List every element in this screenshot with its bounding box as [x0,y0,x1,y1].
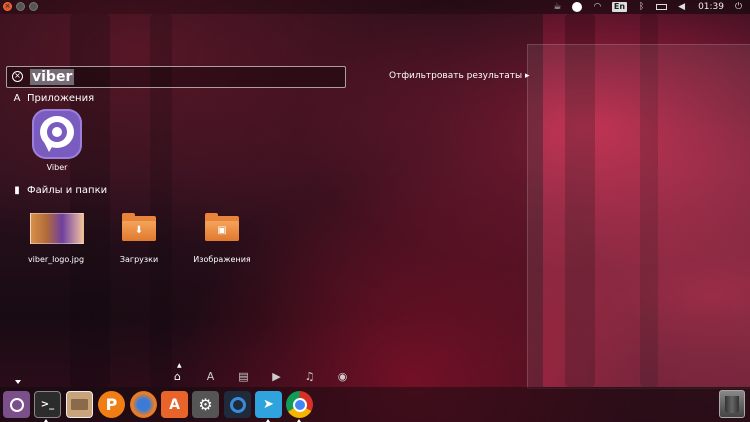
photo-icon[interactable]: ◉ [336,370,349,383]
minimize-icon[interactable] [16,2,25,11]
dash-filter-panel [527,44,750,389]
app-result-label[interactable]: Viber [32,163,82,172]
file-icon: ▮ [14,185,20,196]
clear-search-icon[interactable]: × [12,71,23,82]
file-result-label[interactable]: viber_logo.jpg [22,255,90,264]
terminal-icon[interactable]: >_ [34,391,61,418]
clock[interactable]: 01:39 [698,2,724,12]
software-center-icon[interactable]: A [161,391,188,418]
filter-results-button[interactable]: Отфильтровать результаты ▸ [389,71,530,81]
search-query[interactable]: viber [30,69,75,85]
download-arrow-icon: ⬇ [134,225,144,236]
picture-frame-icon: ▣ [217,225,227,236]
files-section-header[interactable]: ▮ Файлы и папки [12,185,107,196]
pictures-folder-icon[interactable]: ▣ [205,213,239,241]
viber-bubble-tail [44,142,55,152]
power-icon[interactable]: ⏻ [733,2,744,13]
launcher-active-indicator [15,380,21,384]
search-input[interactable]: × viber [6,66,346,88]
shutter-icon[interactable] [224,391,251,418]
coffee-icon[interactable]: ☕ [552,2,563,13]
filter-results-label: Отфильтровать результаты [389,71,523,81]
volume-icon[interactable]: ◀ [676,2,687,13]
music-icon[interactable]: ♫ [303,370,316,383]
p-app-icon[interactable]: P [98,391,125,418]
telegram-icon[interactable]: ➤ [255,391,282,418]
trash-icon[interactable] [719,390,745,418]
settings-icon[interactable]: ⚙ [192,391,219,418]
downloads-folder-icon[interactable]: ⬇ [122,213,156,241]
circle-icon[interactable] [572,2,583,13]
file-result-label[interactable]: Изображения [190,255,254,264]
firefox-icon[interactable] [130,391,157,418]
file-result-label[interactable]: Загрузки [110,255,168,264]
battery-icon[interactable] [656,2,668,13]
close-icon[interactable]: × [3,2,12,11]
chrome-icon[interactable] [286,391,313,418]
lens-bar: ⌂ A ▤ ▶ ♫ ◉ [171,370,349,383]
files-section-title: Файлы и папки [27,185,108,196]
window-controls: × [3,2,38,11]
system-tray: ☕ ◠ En ᛒ ◀ 01:39 ⏻ [552,0,744,14]
top-panel: × ☕ ◠ En ᛒ ◀ 01:39 ⏻ [0,0,750,14]
keyboard-layout-indicator[interactable]: En [611,2,628,12]
viber-icon[interactable] [32,109,82,159]
image-thumbnail[interactable] [30,213,84,244]
wifi-icon[interactable]: ◠ [592,2,603,13]
ubuntu-logo-icon[interactable] [3,391,30,418]
apps-section-header[interactable]: A Приложения [12,93,95,104]
video-icon[interactable]: ▶ [270,370,283,383]
applications-icon[interactable]: A [204,370,217,383]
maximize-icon[interactable] [29,2,38,11]
lens-pointer-icon: ▲ [177,362,182,369]
viber-phone-shape [47,122,67,142]
apps-section-title: Приложения [27,93,95,104]
files-icon[interactable]: ▤ [237,370,250,383]
files-manager-icon[interactable] [66,391,93,418]
home-icon[interactable]: ⌂ [171,370,184,383]
applications-icon: A [13,93,21,104]
bluetooth-icon[interactable]: ᛒ [636,2,647,13]
